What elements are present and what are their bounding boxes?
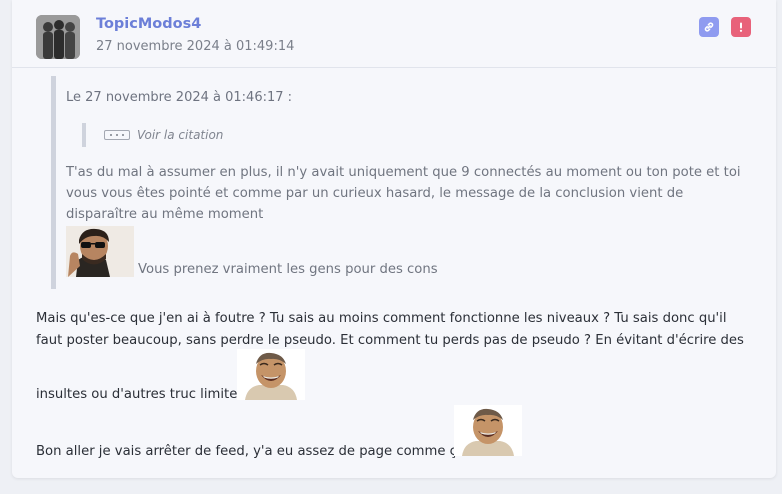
quote-block: Le 27 novembre 2024 à 01:46:17 : Voir la… xyxy=(51,76,756,289)
laughing-man-sticker xyxy=(454,405,522,456)
permalink-button[interactable] xyxy=(699,17,719,37)
dot-icon xyxy=(122,134,124,136)
message-paragraph: Mais qu'es-ce que j'en ai à foutre ? Tu … xyxy=(36,311,744,348)
dot-icon xyxy=(116,134,118,136)
quote-text: T'as du mal à assumer en plus, il n'y av… xyxy=(66,165,741,222)
avatar[interactable] xyxy=(36,15,80,59)
nested-quote: Voir la citation xyxy=(82,123,223,147)
link-icon xyxy=(704,22,714,32)
sunglasses-man-sticker xyxy=(66,226,134,277)
avatar-image xyxy=(36,15,80,59)
forum-post: TopicModos4 27 novembre 2024 à 01:49:14 … xyxy=(12,0,776,478)
message-paragraph: insultes ou d'autres truc limite xyxy=(36,387,238,402)
voir-citation-link[interactable]: Voir la citation xyxy=(137,128,223,142)
expand-quote-button[interactable] xyxy=(104,130,130,140)
header-divider xyxy=(12,67,776,68)
quote-caption: Vous prenez vraiment les gens pour des c… xyxy=(138,262,438,277)
exclamation-icon xyxy=(739,22,743,32)
report-button[interactable] xyxy=(731,17,751,37)
dot-icon xyxy=(110,134,112,136)
message-paragraph: Bon aller je vais arrêter de feed, y'a e… xyxy=(36,444,465,459)
quote-header: Le 27 novembre 2024 à 01:46:17 : xyxy=(66,90,293,105)
author-name[interactable]: TopicModos4 xyxy=(96,16,201,32)
laughing-man-sticker xyxy=(237,349,305,400)
post-date: 27 novembre 2024 à 01:49:14 xyxy=(96,39,295,54)
